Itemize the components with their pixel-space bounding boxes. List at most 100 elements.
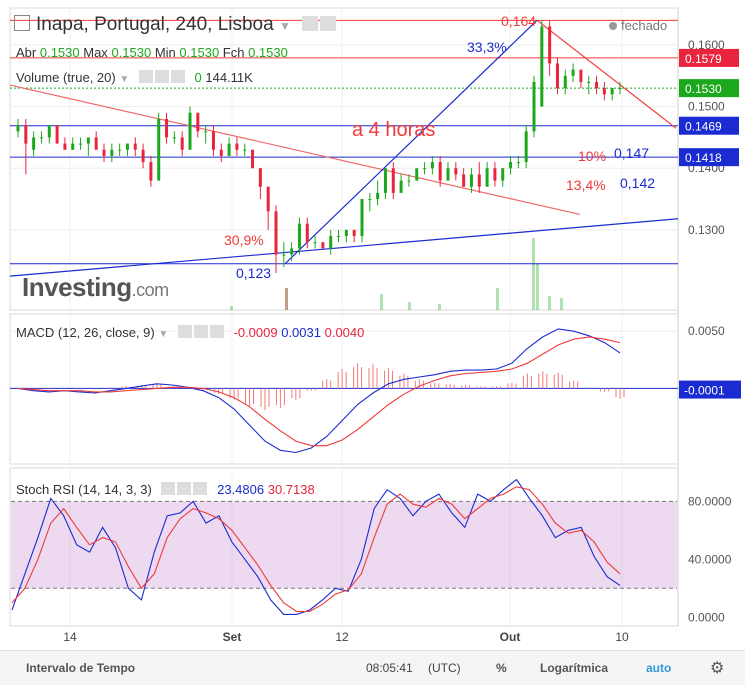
drop-pct-label: 30,9% <box>224 232 264 248</box>
auto-scale-toggle[interactable]: auto <box>646 661 671 675</box>
time-tick-label: Out <box>500 630 521 644</box>
candle-body <box>571 69 575 76</box>
bottom-toolbar: Intervalo de Tempo 08:05:41 (UTC) % Loga… <box>0 650 745 685</box>
pct134-label: 13,4% <box>566 177 606 193</box>
time-tick-label: 10 <box>615 630 629 644</box>
candle-body <box>219 149 223 156</box>
macd-value-1: -0.0009 <box>233 325 278 340</box>
candle-body <box>86 137 90 144</box>
stoch-value-2: 30.7138 <box>267 482 315 497</box>
candle-body <box>297 223 301 249</box>
macd-settings-icon[interactable] <box>193 325 208 338</box>
candle-body <box>157 118 161 181</box>
time-tick-label: 14 <box>63 630 77 644</box>
logo-suffix: .com <box>131 280 170 300</box>
pct10-label: 10% <box>578 148 606 164</box>
candle-body <box>118 149 122 151</box>
candle-body <box>110 149 114 156</box>
volume-bar <box>560 298 563 310</box>
candle-body <box>430 162 434 169</box>
stoch-eye-icon[interactable] <box>161 482 176 495</box>
title-settings-icon[interactable] <box>320 16 337 31</box>
candle-body <box>47 125 51 138</box>
candle-body <box>391 168 395 193</box>
candle-body <box>313 242 317 244</box>
max-label: Max <box>83 45 108 60</box>
percent-toggle[interactable]: % <box>496 661 507 675</box>
macd-dropdown-icon[interactable]: ▼ <box>158 329 168 340</box>
candle-body <box>399 180 403 193</box>
candle-body <box>266 186 270 212</box>
log-scale-toggle[interactable]: Logarítmica <box>540 661 608 675</box>
abr-value: 0.1530 <box>39 45 80 60</box>
candle-body <box>352 229 356 237</box>
volume-eye-icon[interactable] <box>138 70 153 83</box>
period-label: a 4 horas <box>352 119 435 141</box>
chart-title: Inapa, Portugal, 240, Lisboa <box>36 14 274 35</box>
candle-body <box>532 81 536 132</box>
volume-close-icon[interactable] <box>170 70 185 83</box>
candle-body <box>329 236 333 249</box>
stoch-legend: Stoch RSI (14, 14, 3, 3) 23.4806 30.7138 <box>16 482 315 497</box>
clock-time: 08:05:41 <box>366 661 413 675</box>
candle-body <box>469 174 473 187</box>
candle-body <box>423 168 427 170</box>
candle-body <box>79 143 83 145</box>
stoch-settings-icon[interactable] <box>177 482 192 495</box>
stoch-value-1: 23.4806 <box>217 482 265 497</box>
price-badge-label: 0.1530 <box>685 82 722 96</box>
candle-body <box>360 199 364 237</box>
candle-body <box>540 26 544 107</box>
rise-pct-label: 33,3% <box>467 39 507 55</box>
candle-body <box>548 26 552 64</box>
candle-body <box>94 137 98 150</box>
candle-body <box>501 168 505 181</box>
candle-body <box>446 168 450 181</box>
volume-label: Volume (true, 20) <box>16 70 116 85</box>
candle-body <box>383 168 387 193</box>
candle-body <box>368 199 372 201</box>
candle-body <box>618 88 622 90</box>
chart-canvas[interactable]: 0.16000.15000.14000.130014 Set 12 Out 100.15… <box>0 0 745 684</box>
stoch-close-icon[interactable] <box>193 482 208 495</box>
candle-body <box>251 149 255 169</box>
candle-body <box>71 143 75 150</box>
logo-brand: Investing <box>22 272 132 302</box>
candle-body <box>63 143 67 150</box>
macd-eye-icon[interactable] <box>177 325 192 338</box>
volume-dropdown-icon[interactable]: ▼ <box>119 74 129 85</box>
candle-body <box>282 254 286 256</box>
low-label: 0,123 <box>236 265 271 281</box>
candle-body <box>407 180 411 182</box>
price-tick-label: 0.1500 <box>688 100 725 114</box>
macd-close-icon[interactable] <box>209 325 224 338</box>
chart-title-row: Inapa, Portugal, 240, Lisboa ▼ <box>14 14 337 36</box>
stoch-label: Stoch RSI (14, 14, 3, 3) <box>16 482 152 497</box>
macd-badge-label: -0.0001 <box>684 384 725 398</box>
title-eye-icon[interactable] <box>302 16 319 31</box>
candle-body <box>337 236 341 238</box>
gear-icon[interactable]: ⚙ <box>710 658 724 678</box>
price-badge-label: 0.1469 <box>685 120 722 134</box>
candle-body <box>290 248 294 255</box>
volume-settings-icon[interactable] <box>154 70 169 83</box>
status-dot-icon <box>609 22 617 30</box>
title-checkbox-icon[interactable] <box>14 15 30 31</box>
candle-body <box>204 131 208 133</box>
volume-bar <box>230 306 233 310</box>
candle-body <box>274 211 278 255</box>
candle-body <box>610 88 614 95</box>
candle-body <box>102 149 106 156</box>
volume-bar <box>380 294 383 310</box>
time-interval-button[interactable]: Intervalo de Tempo <box>26 661 135 675</box>
level142-label: 0,142 <box>620 175 655 191</box>
candle-body <box>415 168 419 181</box>
title-dropdown-icon[interactable]: ▼ <box>279 19 291 33</box>
candle-body <box>141 149 145 163</box>
candle-body <box>258 168 262 187</box>
candle-body <box>321 242 325 249</box>
candle-body <box>180 137 184 150</box>
clock-timezone[interactable]: (UTC) <box>428 661 461 675</box>
candle-body <box>509 162 513 169</box>
candle-body <box>16 125 20 132</box>
